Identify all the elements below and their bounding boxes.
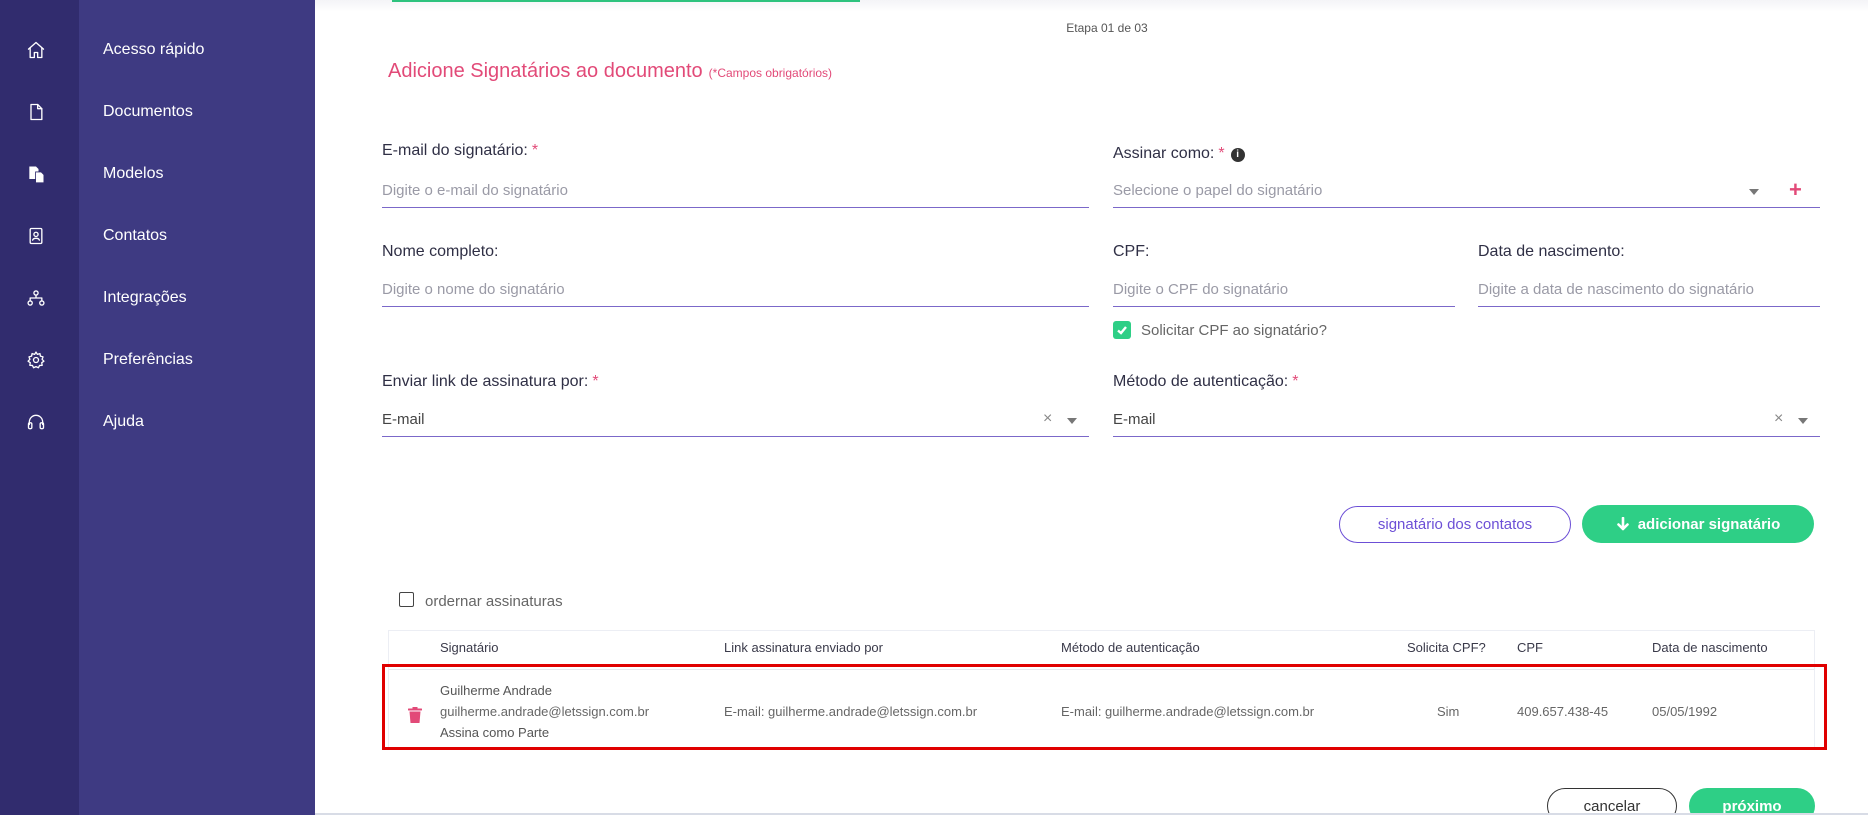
request-cpf-checkbox[interactable] bbox=[1113, 321, 1131, 339]
chevron-down-icon[interactable] bbox=[1749, 189, 1759, 195]
sidebar-item-integracoes[interactable]: Integrações bbox=[103, 287, 187, 309]
cpf-label: CPF: bbox=[1113, 243, 1150, 260]
sidebar-item-preferencias[interactable]: Preferências bbox=[103, 349, 193, 371]
header-cpf: CPF bbox=[1517, 640, 1543, 655]
header-auth: Método de autenticação bbox=[1061, 640, 1200, 655]
next-button[interactable]: próximo bbox=[1689, 788, 1815, 815]
sidebar-item-ajuda[interactable]: Ajuda bbox=[103, 411, 144, 433]
birth-date-label: Data de nascimento: bbox=[1478, 243, 1625, 260]
email-label: E-mail do signatário: * bbox=[382, 142, 538, 160]
signer-from-contacts-button[interactable]: signatário dos contatos bbox=[1339, 506, 1571, 543]
clear-icon[interactable]: × bbox=[1774, 403, 1783, 435]
icon-rail bbox=[0, 0, 79, 815]
add-signer-label: adicionar signatário bbox=[1637, 515, 1781, 533]
page-title: Adicione Signatários ao documento (*Campo… bbox=[388, 60, 832, 83]
email-field bbox=[382, 174, 1089, 208]
header-link: Link assinatura enviado por bbox=[724, 640, 883, 655]
header-request-cpf: Solicita CPF? bbox=[1407, 640, 1486, 655]
check-icon bbox=[1117, 326, 1127, 335]
order-signatures-checkbox[interactable] bbox=[399, 592, 414, 607]
cancel-button[interactable]: cancelar bbox=[1547, 788, 1677, 815]
contacts-icon[interactable] bbox=[25, 225, 47, 247]
gear-icon[interactable] bbox=[25, 349, 47, 371]
name-label: Nome completo: bbox=[382, 243, 499, 260]
signers-table: Signatário Link assinatura enviado por M… bbox=[388, 630, 1815, 750]
sidebar-item-documentos[interactable]: Documentos bbox=[103, 101, 193, 123]
role-label-text: Assinar como: bbox=[1113, 145, 1215, 162]
header-divider bbox=[389, 669, 1814, 670]
email-input[interactable] bbox=[382, 174, 1089, 207]
document-icon[interactable] bbox=[25, 101, 47, 123]
send-link-label-text: Enviar link de assinatura por: bbox=[382, 373, 589, 390]
integrations-icon[interactable] bbox=[25, 287, 47, 309]
auth-method-label-text: Método de autenticação: bbox=[1113, 373, 1289, 390]
auth-method-select[interactable]: E-mail × bbox=[1113, 403, 1820, 437]
cpf-input[interactable] bbox=[1113, 273, 1455, 306]
chevron-down-icon[interactable] bbox=[1798, 418, 1808, 424]
required-mark: * bbox=[1292, 373, 1299, 390]
request-cpf-cell: Sim bbox=[1437, 704, 1460, 719]
required-mark: * bbox=[592, 373, 599, 390]
headset-icon[interactable] bbox=[25, 411, 47, 433]
name-input[interactable] bbox=[382, 273, 1089, 306]
link-sent-by: E-mail: guilherme.andrade@letssign.com.b… bbox=[724, 704, 978, 719]
sidebar: Acesso rápido Documentos Modelos Contato… bbox=[79, 0, 315, 815]
send-link-select[interactable]: E-mail × bbox=[382, 403, 1089, 437]
sidebar-item-modelos[interactable]: Modelos bbox=[103, 163, 163, 185]
header-signer: Signatário bbox=[440, 640, 499, 655]
stage-indicator: Etapa 01 de 03 bbox=[1066, 21, 1148, 35]
home-icon[interactable] bbox=[25, 39, 47, 61]
request-cpf-label: Solicitar CPF ao signatário? bbox=[1141, 322, 1327, 339]
add-signer-button[interactable]: adicionar signatário bbox=[1582, 505, 1814, 543]
auth-method-value: E-mail bbox=[1113, 411, 1156, 428]
add-role-plus-icon[interactable]: + bbox=[1789, 177, 1802, 203]
birth-date-field bbox=[1478, 273, 1820, 307]
cpf-field bbox=[1113, 273, 1455, 307]
send-link-label: Enviar link de assinatura por: * bbox=[382, 373, 599, 391]
trash-icon[interactable] bbox=[408, 707, 422, 723]
role-label: Assinar como: * i bbox=[1113, 145, 1245, 163]
templates-icon[interactable] bbox=[25, 163, 47, 185]
signer-role: Assina como Parte bbox=[440, 725, 550, 740]
required-mark: * bbox=[531, 142, 539, 159]
chevron-down-icon[interactable] bbox=[1067, 418, 1077, 424]
name-field bbox=[382, 273, 1089, 307]
required-note: (*Campos obrigatórios) bbox=[708, 66, 833, 80]
send-link-value: E-mail bbox=[382, 411, 425, 428]
clear-icon[interactable]: × bbox=[1043, 403, 1052, 435]
arrow-down-icon bbox=[1616, 517, 1629, 531]
auth-method-cell: E-mail: guilherme.andrade@letssign.com.b… bbox=[1061, 704, 1315, 719]
sidebar-item-contatos[interactable]: Contatos bbox=[103, 225, 167, 247]
order-signatures-label: ordernar assinaturas bbox=[425, 593, 563, 610]
page-title-text: Adicione Signatários ao documento bbox=[388, 60, 703, 82]
role-select[interactable]: Selecione o papel do signatário + bbox=[1113, 174, 1820, 208]
signer-email: guilherme.andrade@letssign.com.br bbox=[440, 704, 650, 719]
birth-date-input[interactable] bbox=[1478, 273, 1820, 306]
header-birth-date: Data de nascimento bbox=[1652, 640, 1768, 655]
info-icon[interactable]: i bbox=[1230, 148, 1245, 162]
email-label-text: E-mail do signatário: bbox=[382, 142, 528, 159]
cpf-cell: 409.657.438-45 bbox=[1517, 704, 1609, 719]
role-select-placeholder: Selecione o papel do signatário bbox=[1113, 182, 1323, 199]
signer-name: Guilherme Andrade bbox=[440, 683, 553, 698]
required-mark: * bbox=[1218, 145, 1225, 162]
progress-strip bbox=[392, 0, 860, 2]
auth-method-label: Método de autenticação: * bbox=[1113, 373, 1298, 391]
birth-date-cell: 05/05/1992 bbox=[1652, 704, 1718, 719]
sidebar-item-acesso-rapido[interactable]: Acesso rápido bbox=[103, 39, 204, 61]
